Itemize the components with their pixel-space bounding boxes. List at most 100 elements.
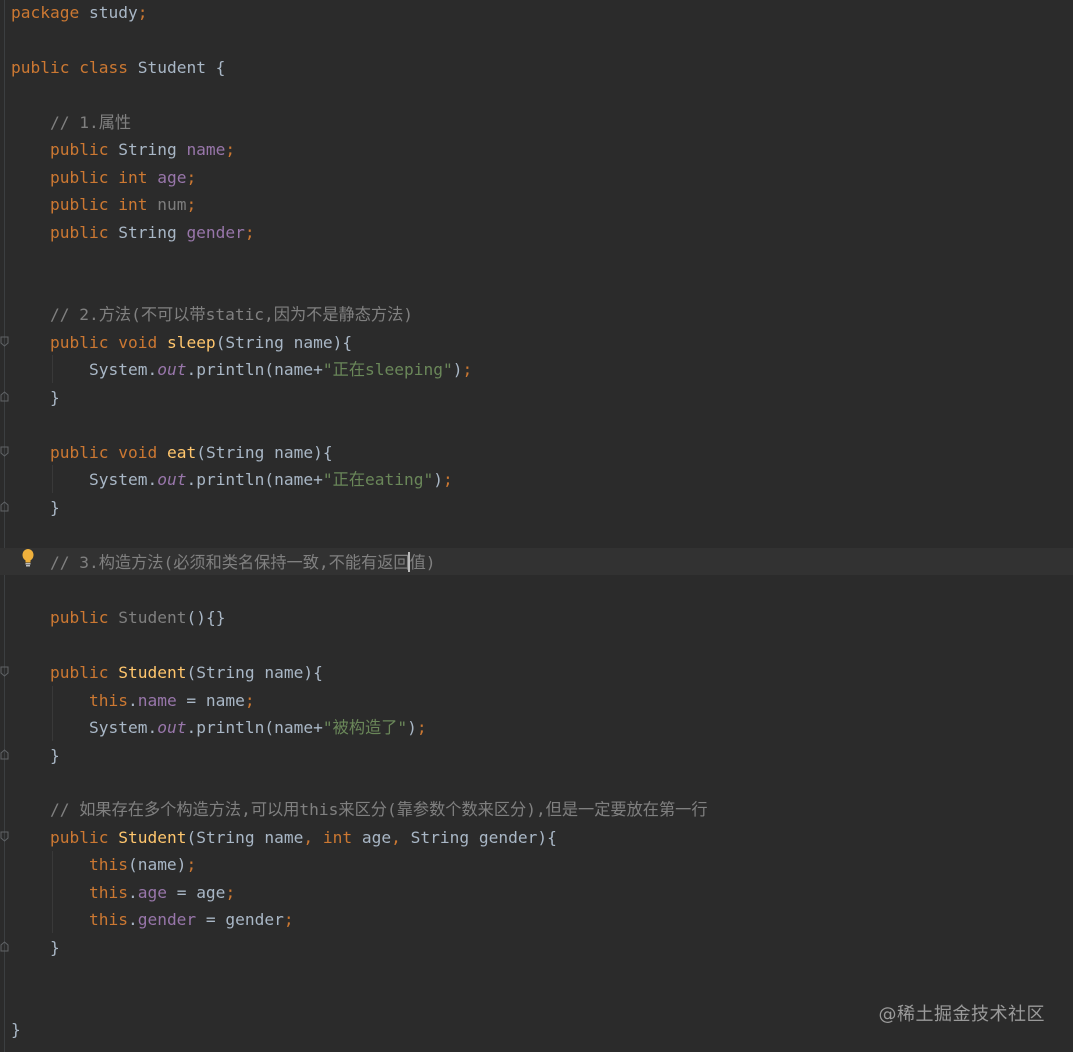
constructor-params: (String name){ — [186, 663, 323, 682]
code-line-brace[interactable]: } — [11, 384, 60, 411]
semicolon: ; — [244, 691, 255, 710]
keyword: public — [11, 58, 70, 77]
code-line-println[interactable]: System.out.println(name+"正在sleeping"); — [11, 356, 472, 383]
keyword: public — [49, 828, 109, 847]
comment: // 如果存在多个构造方法,可以用this来区分(靠参数个数来区分),但是一定要… — [49, 800, 708, 819]
semicolon: ; — [186, 168, 197, 187]
package-name: study — [79, 3, 138, 22]
type-keyword: int — [118, 168, 148, 187]
code-line-brace[interactable]: } — [11, 934, 60, 961]
keyword: public — [49, 168, 109, 187]
fold-marker-icon[interactable] — [0, 501, 9, 512]
semicolon: ; — [244, 223, 255, 242]
keyword: this — [88, 883, 128, 902]
semicolon: ; — [443, 470, 453, 489]
fold-marker-icon[interactable] — [0, 446, 9, 457]
code-line-assignment[interactable]: this.gender = gender; — [11, 906, 294, 933]
class-ref: System. — [88, 718, 158, 737]
fold-marker-icon[interactable] — [0, 336, 9, 347]
fold-marker-icon[interactable] — [0, 391, 9, 402]
code-line-package[interactable]: package study; — [11, 0, 147, 26]
fold-marker-icon[interactable] — [0, 831, 9, 842]
code-line-constructor[interactable]: public Student(String name, int age, Str… — [11, 824, 557, 851]
code-line-field[interactable]: public int num; — [11, 191, 196, 218]
code-line-field[interactable]: public String name; — [11, 136, 235, 163]
fold-marker-icon[interactable] — [0, 666, 9, 677]
code-line-comment[interactable]: // 3.构造方法(必须和类名保持一致,不能有返回值) — [11, 549, 436, 576]
code-line-println[interactable]: System.out.println(name+"被构造了"); — [11, 714, 427, 741]
code-line-brace[interactable]: } — [11, 494, 60, 521]
comment: // 1.属性 — [49, 113, 132, 132]
code-line-brace[interactable]: } — [11, 742, 60, 769]
class-ref: System. — [88, 360, 158, 379]
fold-marker-icon[interactable] — [0, 941, 9, 952]
comment: // 3.构造方法(必须和类名保持一致,不能有返回 — [49, 553, 410, 572]
paren: ) — [433, 470, 443, 489]
type-name: String — [108, 223, 187, 242]
code-editor[interactable]: package study; public class Student { //… — [0, 0, 1073, 1052]
keyword: public — [49, 195, 109, 214]
code-line-comment[interactable]: // 2.方法(不可以带static,因为不是静态方法) — [11, 301, 413, 328]
comment: // 2.方法(不可以带static,因为不是静态方法) — [49, 305, 414, 324]
dot: . — [127, 883, 138, 902]
code-line-method-sleep[interactable]: public void sleep(String name){ — [11, 329, 352, 356]
code-line-assignment[interactable]: this.name = name; — [11, 687, 255, 714]
code-line-class-declaration[interactable]: public class Student { — [11, 54, 225, 81]
type-keyword: int — [118, 195, 148, 214]
field-name: num — [157, 195, 187, 214]
closing-brace: } — [49, 498, 60, 517]
keyword: void — [118, 333, 158, 352]
keyword: package — [11, 3, 80, 22]
static-field: out — [157, 360, 187, 379]
comment-tail: 值) — [409, 553, 436, 572]
string-literal: "被构造了" — [322, 718, 408, 737]
param: age — [352, 828, 392, 847]
dot: . — [127, 910, 138, 929]
static-field: out — [157, 718, 187, 737]
method-call: .println(name+ — [186, 470, 323, 489]
semicolon: ; — [186, 195, 197, 214]
keyword: public — [49, 663, 109, 682]
code-line-assignment[interactable]: this.age = age; — [11, 879, 235, 906]
code-line-comment[interactable]: // 如果存在多个构造方法,可以用this来区分(靠参数个数来区分),但是一定要… — [11, 796, 708, 823]
method-params: (String name){ — [215, 333, 353, 352]
method-params: (String name){ — [196, 443, 333, 462]
keyword: public — [49, 443, 109, 462]
code-line-constructor[interactable]: public Student(String name){ — [11, 659, 323, 686]
code-line-this-call[interactable]: this(name); — [11, 851, 196, 878]
fold-marker-icon[interactable] — [0, 749, 9, 760]
code-line-println[interactable]: System.out.println(name+"正在eating"); — [11, 466, 453, 493]
keyword: this — [88, 691, 128, 710]
type-keyword: int — [322, 828, 353, 847]
text-caret — [408, 552, 410, 572]
type-name: String — [108, 140, 187, 159]
semicolon: ; — [186, 855, 197, 874]
assignment: = age — [166, 883, 226, 902]
constructor-body: (){} — [186, 608, 226, 627]
field-name: age — [137, 883, 167, 902]
code-line-method-eat[interactable]: public void eat(String name){ — [11, 439, 333, 466]
closing-brace: } — [11, 1020, 21, 1039]
comma: , — [303, 828, 314, 847]
code-line-constructor[interactable]: public Student(){} — [11, 604, 225, 631]
assignment: = gender — [196, 910, 284, 929]
code-line-field[interactable]: public int age; — [11, 164, 196, 191]
method-call: .println(name+ — [186, 360, 323, 379]
keyword: this — [88, 910, 128, 929]
keyword: public — [49, 608, 109, 627]
code-line-field[interactable]: public String gender; — [11, 219, 255, 246]
keyword: public — [49, 140, 109, 159]
closing-brace: } — [49, 746, 60, 765]
field-name: name — [137, 691, 177, 710]
field-name: name — [186, 140, 226, 159]
semicolon: ; — [137, 3, 148, 22]
semicolon: ; — [225, 140, 236, 159]
closing-brace: } — [49, 388, 60, 407]
method-call: .println(name+ — [186, 718, 323, 737]
assignment: = name — [176, 691, 245, 710]
code-line-brace[interactable]: } — [11, 1016, 21, 1043]
dot: . — [127, 691, 138, 710]
semicolon: ; — [225, 883, 236, 902]
constructor-name: Student — [118, 608, 187, 627]
code-line-comment[interactable]: // 1.属性 — [11, 109, 131, 136]
